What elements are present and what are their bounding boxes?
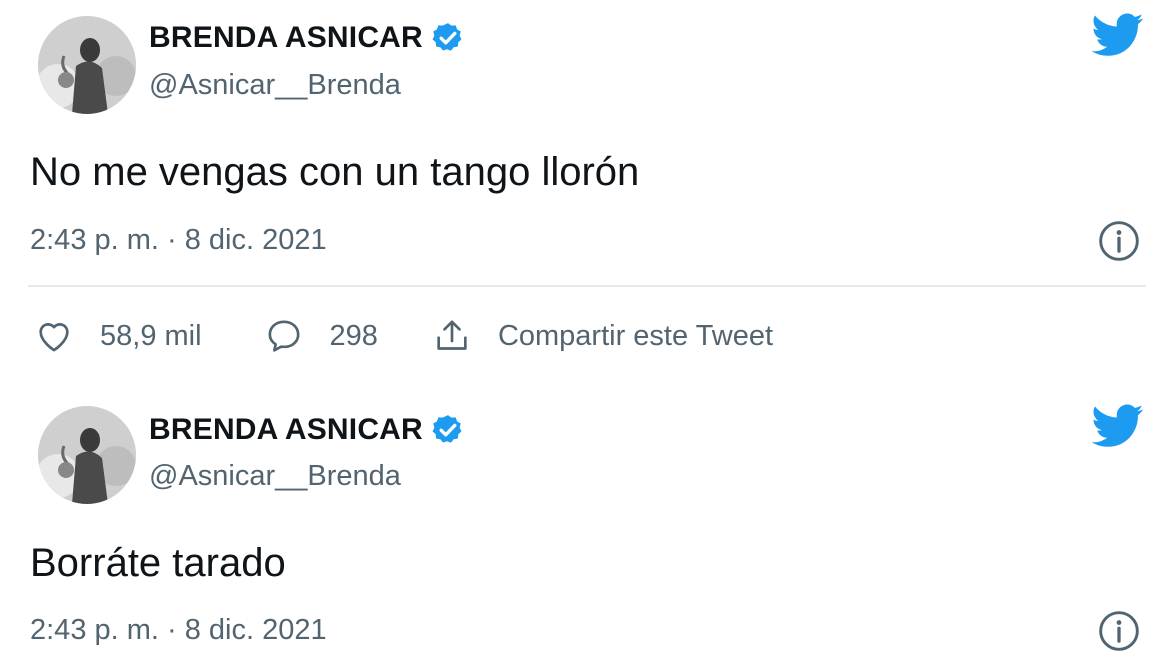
info-icon[interactable] (1097, 219, 1141, 263)
share-icon (437, 320, 467, 350)
tweet-timestamp[interactable]: 2:43 p. m. · 8 dic. 2021 (30, 224, 327, 257)
twitter-bird-icon[interactable] (1092, 404, 1144, 448)
twitter-bird-icon[interactable] (1092, 13, 1144, 57)
tweet-text: Borráte tarado (30, 541, 286, 585)
reply-bubble-icon (268, 320, 300, 352)
author-handle[interactable]: @Asnicar__Brenda (149, 460, 401, 493)
share-button[interactable]: Compartir este Tweet (432, 316, 773, 356)
tweet-text: No me vengas con un tango llorón (30, 150, 640, 194)
avatar[interactable] (38, 406, 136, 504)
verified-badge-icon (432, 23, 462, 51)
author-name-text: BRENDA ASNICAR (149, 413, 423, 446)
like-count: 58,9 mil (100, 319, 202, 352)
tweet-timestamp[interactable]: 2:43 p. m. · 8 dic. 2021 (30, 614, 327, 647)
author-name-text: BRENDA ASNICAR (149, 21, 423, 54)
like-button[interactable]: 58,9 mil (34, 316, 202, 356)
author-handle[interactable]: @Asnicar__Brenda (149, 69, 401, 102)
heart-icon (39, 323, 69, 352)
share-label: Compartir este Tweet (497, 319, 774, 352)
reply-button[interactable]: 298 (264, 316, 378, 356)
info-icon[interactable] (1097, 609, 1141, 653)
tweet-actions: 58,9 mil 298 Compartir este Tweet (34, 314, 773, 358)
reply-count: 298 (329, 319, 378, 352)
avatar-photo (38, 16, 136, 114)
author-name[interactable]: BRENDA ASNICAR (149, 21, 465, 55)
divider (28, 285, 1146, 287)
author-name[interactable]: BRENDA ASNICAR (149, 413, 465, 447)
tweet-card-1[interactable]: BRENDA ASNICAR @Asnicar__Brenda No me ve… (0, 0, 1170, 390)
avatar-photo (38, 406, 136, 504)
avatar[interactable] (38, 16, 136, 114)
tweet-card-2[interactable]: BRENDA ASNICAR @Asnicar__Brenda Borráte … (0, 390, 1170, 658)
verified-badge-icon (432, 415, 462, 443)
